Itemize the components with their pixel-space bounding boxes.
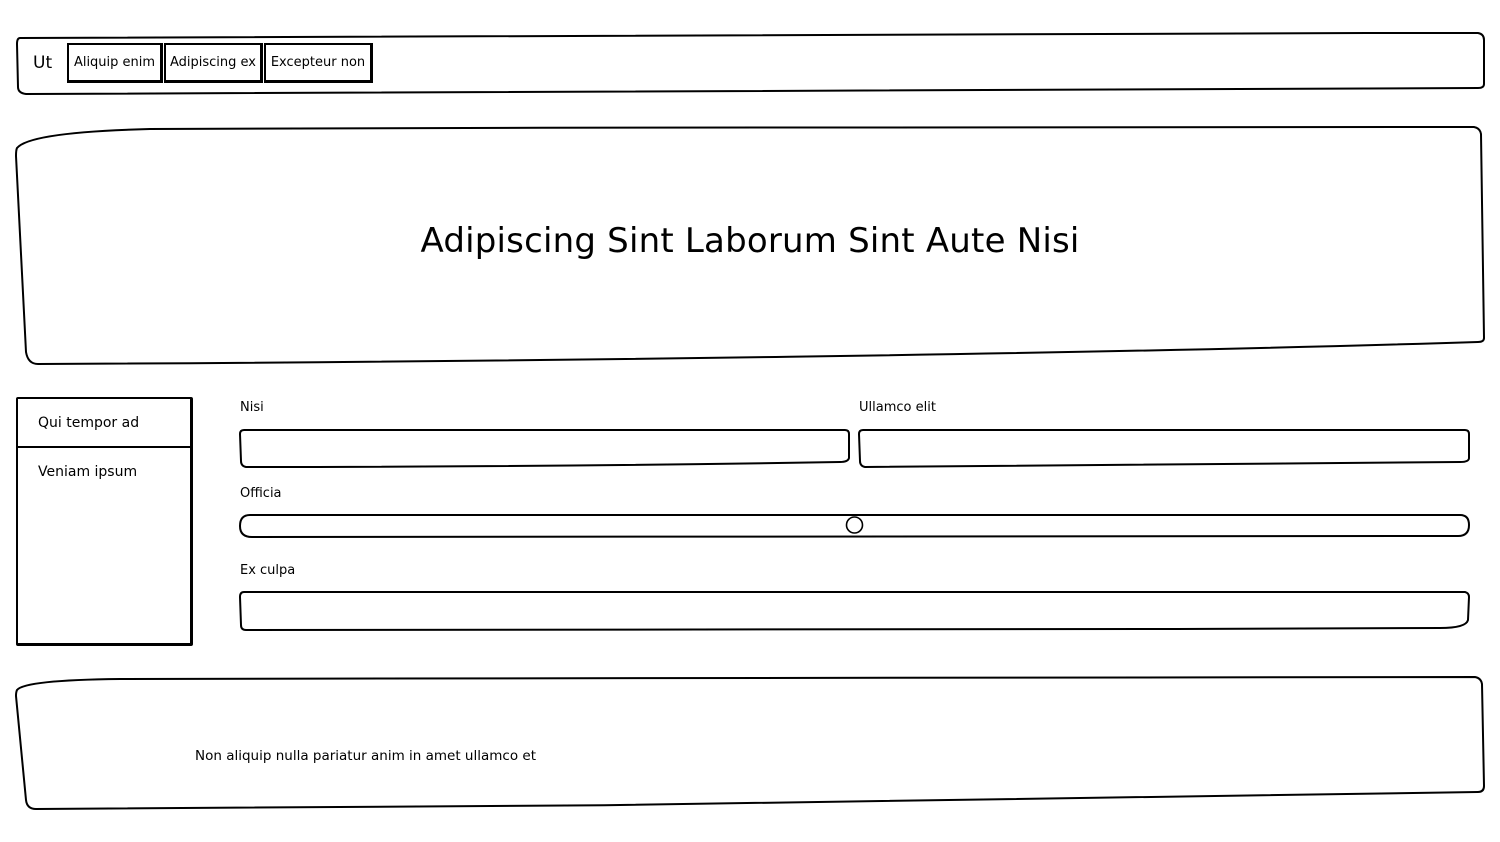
brand-logo: Ut: [33, 53, 53, 73]
sketch-outlines: [15, 32, 1485, 810]
hero-title: Adipiscing Sint Laborum Sint Aute Nisi: [420, 221, 1080, 261]
nav-button-excepteur-non[interactable]: Excepteur non: [264, 43, 373, 83]
nav-button-adipiscing-ex[interactable]: Adipiscing ex: [164, 43, 263, 83]
sidebar-item-qui-tempor-ad[interactable]: Qui tempor ad: [18, 399, 190, 448]
officia-label: Officia: [240, 486, 282, 501]
officia-slider[interactable]: [240, 514, 1468, 538]
sidebar-item-veniam-ipsum[interactable]: Veniam ipsum: [18, 448, 190, 497]
ex-culpa-input[interactable]: [242, 594, 1467, 627]
footer-text: Non aliquip nulla pariatur anim in amet …: [195, 748, 536, 764]
nisi-label: Nisi: [240, 400, 264, 415]
nav-button-aliquip-enim[interactable]: Aliquip enim: [67, 43, 163, 83]
sidebar: Qui tempor ad Veniam ipsum: [16, 397, 193, 646]
ex-culpa-label: Ex culpa: [240, 563, 296, 578]
footer-outline: [15, 676, 1485, 810]
nisi-input[interactable]: [242, 432, 847, 464]
ullamco-elit-input[interactable]: [861, 432, 1467, 464]
ullamco-elit-label: Ullamco elit: [859, 400, 936, 415]
